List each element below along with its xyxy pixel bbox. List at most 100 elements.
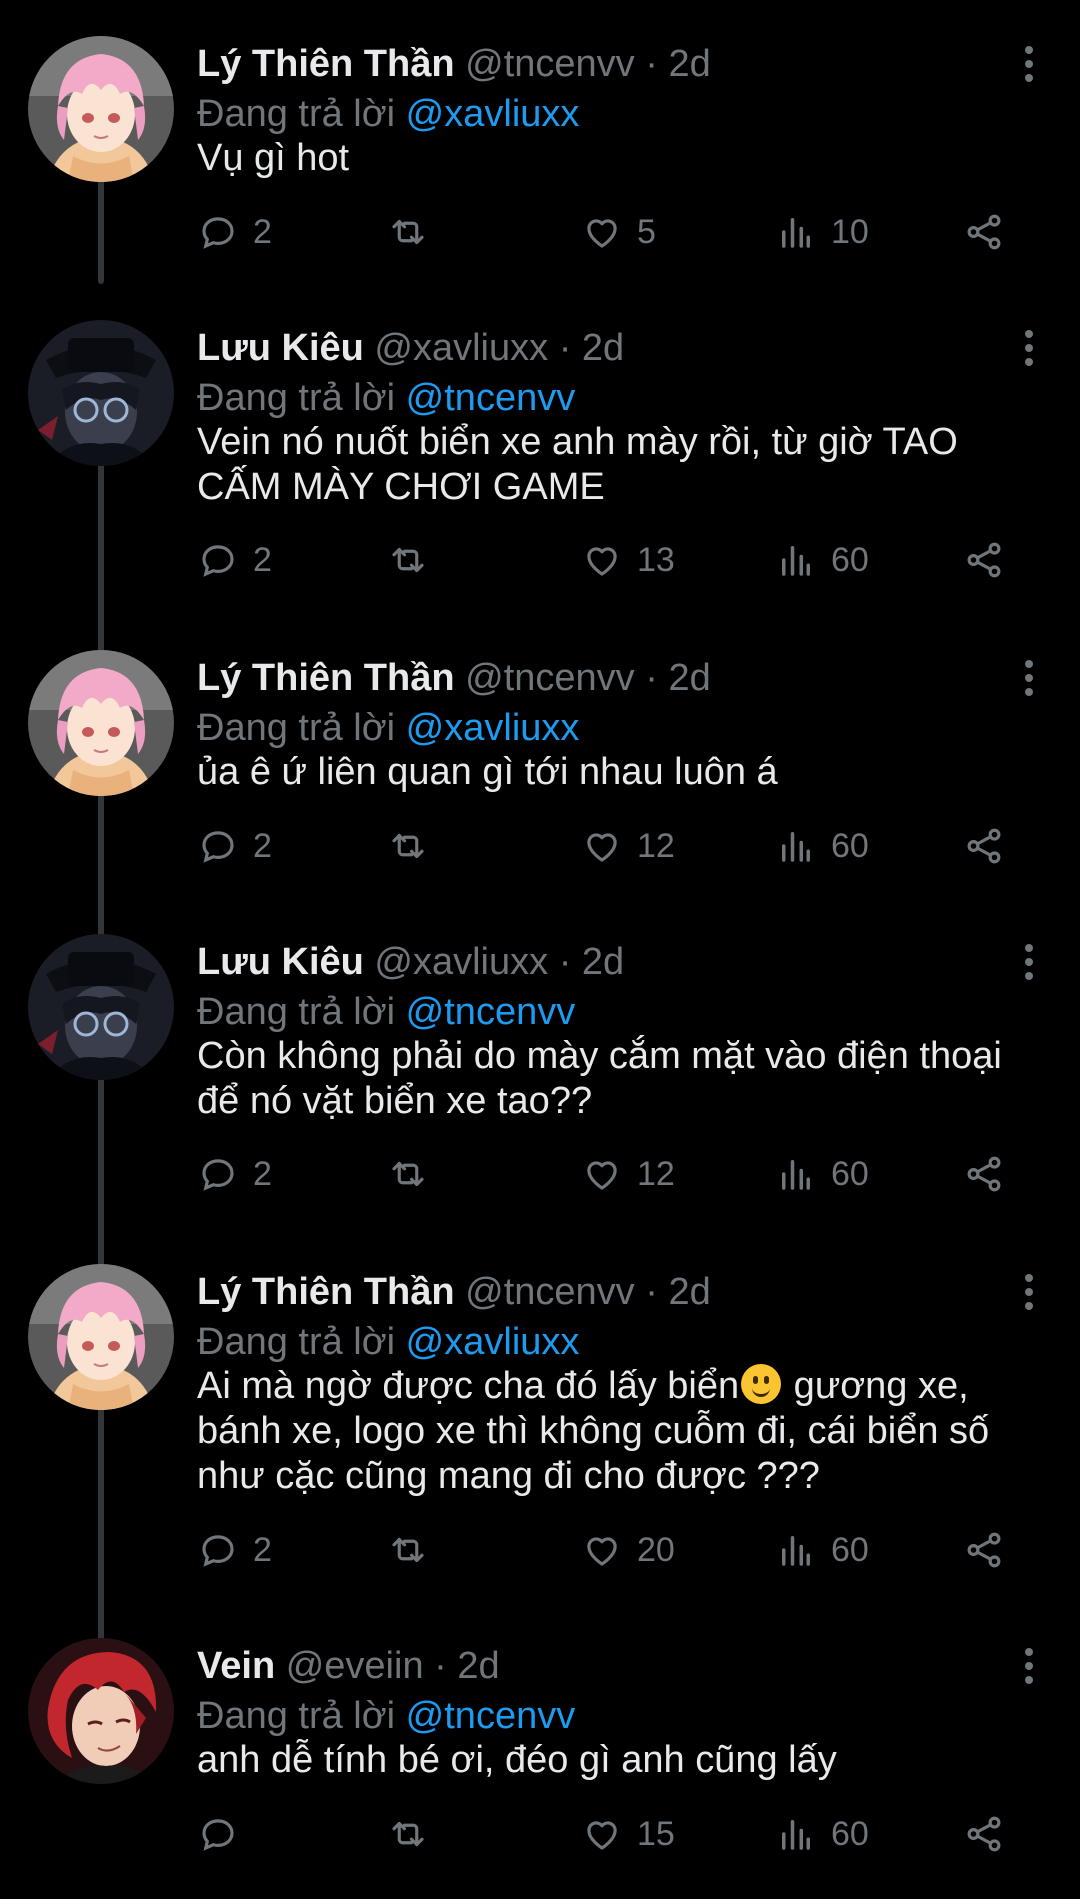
like-count: 15 — [637, 1814, 675, 1853]
like-button[interactable]: 15 — [581, 1810, 675, 1858]
tweet-text-line: Vein nó nuốt biển xe anh mày rồi, từ giờ… — [197, 421, 958, 463]
share-icon — [967, 542, 1001, 578]
user-handle[interactable]: @tncenvv — [465, 1271, 635, 1313]
tweet-actions: 2 12 60 — [197, 1150, 1017, 1198]
like-button[interactable]: 20 — [581, 1526, 675, 1574]
avatar[interactable] — [28, 320, 174, 466]
mention-link[interactable]: @tncenvv — [406, 1695, 576, 1737]
share-button[interactable] — [963, 536, 1005, 584]
reply-button[interactable]: 2 — [197, 536, 272, 584]
tweet-actions: 15 60 — [197, 1810, 1017, 1858]
display-name[interactable]: Vein — [197, 1645, 275, 1687]
reply-icon — [202, 545, 234, 577]
views-button[interactable]: 60 — [775, 822, 869, 870]
views-count: 60 — [831, 1154, 869, 1193]
tweet-text: Vein nó nuốt biển xe anh mày rồi, từ giờ… — [197, 420, 1040, 510]
thread-line — [98, 790, 104, 938]
tweet-text: Ai mà ngờ được cha đó lấy biển gương xe,… — [197, 1364, 1040, 1499]
dark-hat-glasses-avatar — [28, 934, 174, 1080]
reply-button[interactable] — [197, 1810, 253, 1858]
more-icon[interactable] — [1014, 324, 1044, 372]
views-button[interactable]: 60 — [775, 1810, 869, 1858]
display-name[interactable]: Lưu Kiêu — [197, 941, 364, 983]
share-button[interactable] — [963, 208, 1005, 256]
avatar[interactable] — [28, 36, 174, 182]
replying-to-label: Đang trả lời — [197, 93, 396, 135]
share-icon — [967, 1156, 1001, 1192]
retweet-button[interactable] — [387, 822, 429, 870]
smiling-face-emoji-icon — [741, 1364, 782, 1404]
share-button[interactable] — [963, 1150, 1005, 1198]
timestamp[interactable]: 2d — [582, 941, 624, 983]
reply-button[interactable]: 2 — [197, 1150, 272, 1198]
display-name[interactable]: Lý Thiên Thần — [197, 43, 455, 85]
like-button[interactable]: 13 — [581, 536, 675, 584]
timestamp[interactable]: 2d — [668, 657, 710, 699]
retweet-button[interactable] — [387, 1810, 429, 1858]
mention-link[interactable]: @tncenvv — [406, 991, 576, 1033]
views-button[interactable]: 60 — [775, 1150, 869, 1198]
more-icon[interactable] — [1014, 1268, 1044, 1316]
reply-icon — [202, 1535, 234, 1567]
display-name[interactable]: Lý Thiên Thần — [197, 1271, 455, 1313]
replying-to-label: Đang trả lời — [197, 1695, 396, 1737]
tweet-text: Còn không phải do mày cắm mặt vào điện t… — [197, 1034, 1040, 1124]
more-icon[interactable] — [1014, 654, 1044, 702]
separator-dot: · — [645, 657, 658, 699]
like-icon — [587, 547, 617, 576]
share-button[interactable] — [963, 822, 1005, 870]
like-button[interactable]: 12 — [581, 822, 675, 870]
share-icon — [967, 828, 1001, 864]
reply-button[interactable]: 2 — [197, 822, 272, 870]
timestamp[interactable]: 2d — [457, 1645, 499, 1687]
avatar[interactable] — [28, 1638, 174, 1784]
tweet-text-line: CẤM MÀY CHƠI GAME — [197, 466, 605, 508]
tweet-text-line: ủa ê ứ liên quan gì tới nhau luôn á — [197, 751, 778, 793]
user-handle[interactable]: @eveiin — [286, 1645, 424, 1687]
like-count: 13 — [637, 540, 675, 579]
share-button[interactable] — [963, 1526, 1005, 1574]
timestamp[interactable]: 2d — [668, 1271, 710, 1313]
share-icon — [967, 1532, 1001, 1568]
avatar[interactable] — [28, 934, 174, 1080]
like-icon — [587, 833, 617, 862]
reply-button[interactable]: 2 — [197, 208, 272, 256]
tweet-text: Vụ gì hot — [197, 136, 1040, 181]
like-button[interactable]: 12 — [581, 1150, 675, 1198]
tweet-header: Lý Thiên Thần @tncenvv · 2d — [197, 654, 990, 702]
more-icon[interactable] — [1014, 1642, 1044, 1690]
more-icon[interactable] — [1014, 938, 1044, 986]
pink-hair-boy-avatar — [28, 650, 174, 796]
retweet-button[interactable] — [387, 536, 429, 584]
display-name[interactable]: Lý Thiên Thần — [197, 657, 455, 699]
timestamp[interactable]: 2d — [668, 43, 710, 85]
views-count: 60 — [831, 1530, 869, 1569]
display-name[interactable]: Lưu Kiêu — [197, 327, 364, 369]
tweet-header: Lý Thiên Thần @tncenvv · 2d — [197, 40, 990, 88]
more-icon[interactable] — [1014, 40, 1044, 88]
retweet-button[interactable] — [387, 1150, 429, 1198]
retweet-button[interactable] — [387, 208, 429, 256]
share-button[interactable] — [963, 1810, 1005, 1858]
user-handle[interactable]: @tncenvv — [465, 657, 635, 699]
user-handle[interactable]: @xavliuxx — [374, 327, 548, 369]
views-button[interactable]: 60 — [775, 536, 869, 584]
tweet-actions: 2 12 60 — [197, 822, 1017, 870]
views-button[interactable]: 10 — [775, 208, 869, 256]
views-icon — [782, 1820, 810, 1850]
views-button[interactable]: 60 — [775, 1526, 869, 1574]
mention-link[interactable]: @xavliuxx — [406, 93, 580, 135]
tweet-header: Vein @eveiin · 2d — [197, 1642, 990, 1690]
user-handle[interactable]: @tncenvv — [465, 43, 635, 85]
dark-hat-glasses-avatar — [28, 320, 174, 466]
avatar[interactable] — [28, 1264, 174, 1410]
retweet-button[interactable] — [387, 1526, 429, 1574]
mention-link[interactable]: @xavliuxx — [406, 1321, 580, 1363]
mention-link[interactable]: @xavliuxx — [406, 707, 580, 749]
timestamp[interactable]: 2d — [582, 327, 624, 369]
reply-button[interactable]: 2 — [197, 1526, 272, 1574]
avatar[interactable] — [28, 650, 174, 796]
user-handle[interactable]: @xavliuxx — [374, 941, 548, 983]
mention-link[interactable]: @tncenvv — [406, 377, 576, 419]
like-button[interactable]: 5 — [581, 208, 656, 256]
